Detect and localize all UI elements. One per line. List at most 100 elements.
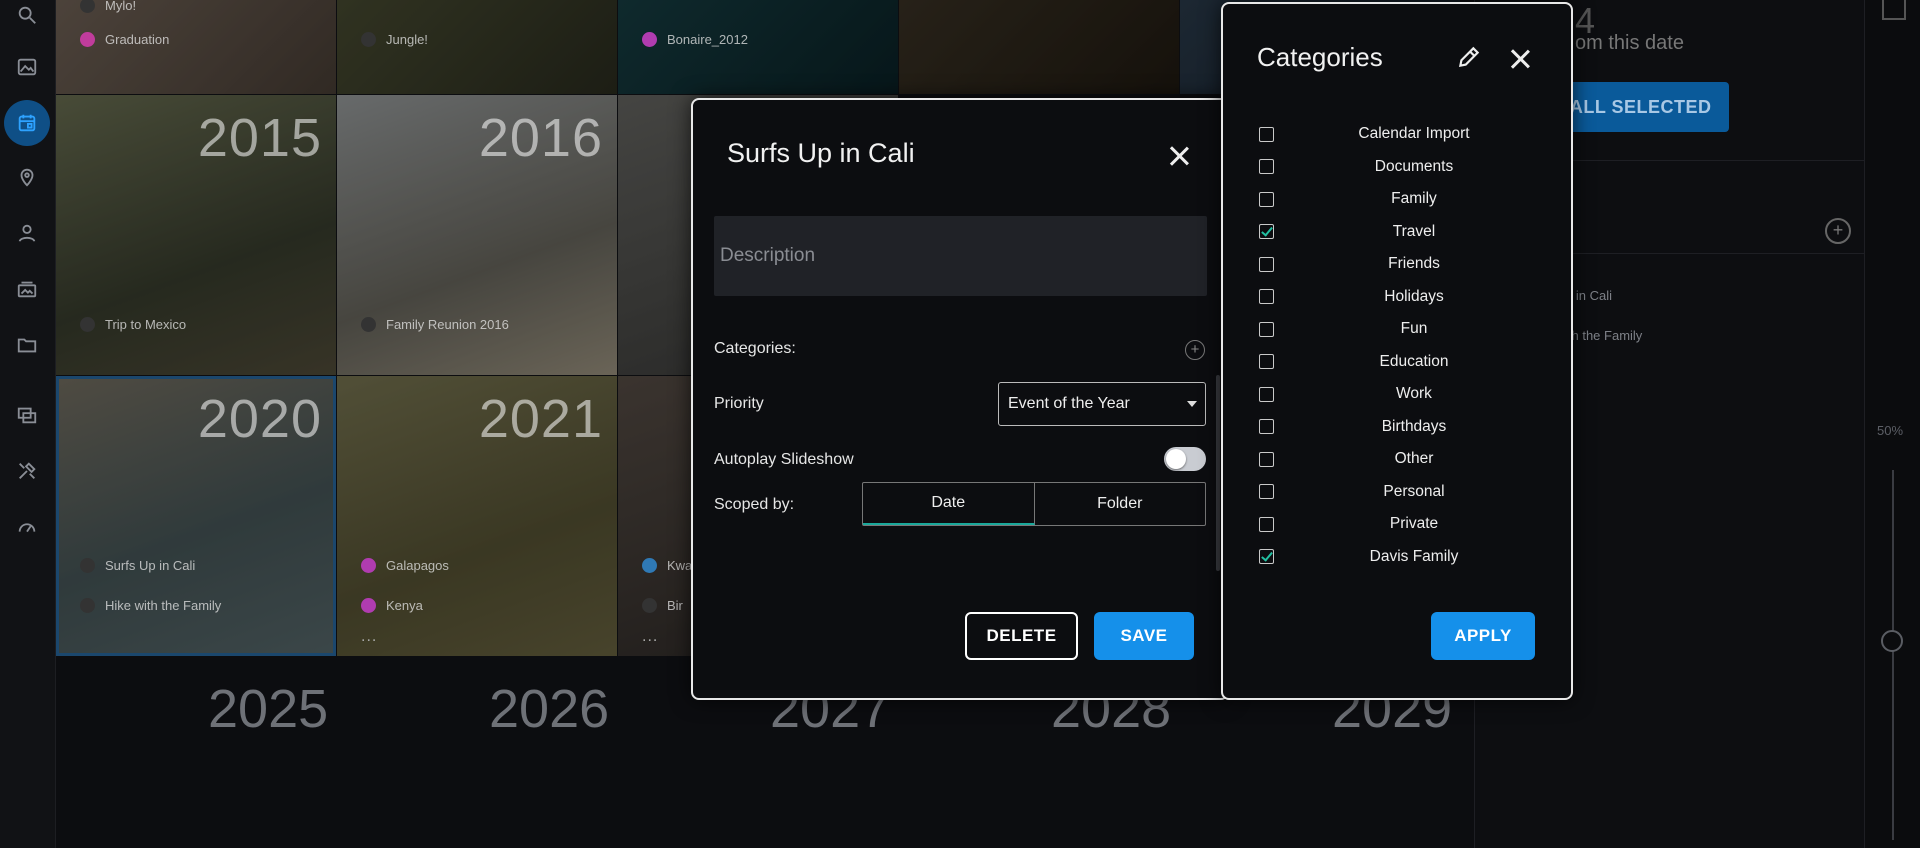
category-row[interactable]: Fun bbox=[1259, 317, 1539, 341]
event-label[interactable]: Trip to Mexico bbox=[80, 317, 186, 332]
close-icon[interactable] bbox=[1167, 144, 1191, 168]
category-checkbox[interactable] bbox=[1259, 549, 1274, 564]
category-row[interactable]: Davis Family bbox=[1259, 545, 1539, 569]
event-label[interactable]: Surfs Up in Cali bbox=[80, 558, 195, 573]
pencil-icon[interactable] bbox=[1456, 44, 1482, 70]
categories-dialog: Categories Calendar Import Documents Famil… bbox=[1221, 2, 1573, 700]
autoplay-label: Autoplay Slideshow bbox=[714, 451, 854, 468]
zoom-control: 50% bbox=[1864, 0, 1920, 848]
tile-year: 2021 bbox=[478, 389, 603, 449]
tile-top-2[interactable]: Jungle! bbox=[337, 0, 617, 94]
event-label[interactable]: Galapagos bbox=[361, 558, 449, 573]
dashboard-icon[interactable] bbox=[12, 512, 42, 542]
slideshow-icon[interactable] bbox=[12, 400, 42, 430]
add-category-icon[interactable]: + bbox=[1185, 340, 1205, 360]
category-checkbox[interactable] bbox=[1259, 386, 1274, 402]
from-date-text: om this date bbox=[1575, 32, 1684, 54]
description-input[interactable] bbox=[714, 216, 1207, 296]
event-label[interactable]: Jungle! bbox=[361, 32, 428, 47]
category-row[interactable]: Work bbox=[1259, 382, 1539, 406]
category-row[interactable]: Personal bbox=[1259, 480, 1539, 504]
apply-button[interactable]: APPLY bbox=[1431, 612, 1535, 660]
save-button[interactable]: SAVE bbox=[1094, 612, 1194, 660]
category-label: Davis Family bbox=[1369, 547, 1459, 565]
category-checkbox[interactable] bbox=[1259, 256, 1274, 272]
category-checkbox[interactable] bbox=[1259, 191, 1274, 207]
year-label[interactable]: 2026 bbox=[489, 678, 609, 740]
close-icon[interactable] bbox=[1508, 47, 1532, 71]
tile-year: 2020 bbox=[197, 389, 322, 449]
category-label: Other bbox=[1394, 450, 1434, 467]
dialog-title: Surfs Up in Cali bbox=[727, 138, 915, 168]
dialog-scrollbar[interactable] bbox=[1216, 375, 1220, 571]
category-label: Work bbox=[1396, 385, 1432, 402]
category-row[interactable]: Friends bbox=[1259, 252, 1539, 276]
tile-2016[interactable]: 2016 Family Reunion 2016 bbox=[337, 95, 617, 375]
description-field[interactable] bbox=[714, 216, 1207, 296]
zoom-slider-handle[interactable] bbox=[1881, 630, 1903, 652]
category-row[interactable]: Private bbox=[1259, 512, 1539, 536]
tile-2021[interactable]: 2021 Galapagos Kenya ... bbox=[337, 376, 617, 656]
category-checkbox[interactable] bbox=[1259, 484, 1274, 499]
search-icon[interactable] bbox=[12, 0, 42, 30]
category-checkbox[interactable] bbox=[1259, 321, 1274, 337]
event-label[interactable]: Bir bbox=[642, 598, 683, 613]
album-icon[interactable] bbox=[12, 274, 42, 304]
category-row[interactable]: Calendar Import bbox=[1259, 122, 1539, 146]
event-label[interactable]: Mylo! bbox=[80, 0, 136, 13]
list-item[interactable]: ith the Family bbox=[1565, 328, 1642, 343]
delete-button[interactable]: DELETE bbox=[965, 612, 1078, 660]
category-row[interactable]: Education bbox=[1259, 350, 1539, 374]
category-row[interactable]: Family bbox=[1259, 187, 1539, 211]
person-icon[interactable] bbox=[12, 218, 42, 248]
category-checkbox[interactable] bbox=[1259, 451, 1274, 467]
scope-option-folder[interactable]: Folder bbox=[1035, 483, 1206, 525]
image-icon[interactable] bbox=[12, 52, 42, 82]
category-checkbox[interactable] bbox=[1259, 289, 1274, 304]
autoplay-toggle[interactable] bbox=[1164, 447, 1206, 471]
category-label: Holidays bbox=[1384, 287, 1444, 305]
category-label: Fun bbox=[1400, 320, 1428, 337]
left-sidebar bbox=[0, 0, 56, 848]
tile-year: 2016 bbox=[478, 108, 603, 168]
year-label[interactable]: 2025 bbox=[208, 678, 328, 740]
tile-top-1[interactable]: Mylo! Graduation bbox=[56, 0, 336, 94]
calendar-icon[interactable] bbox=[4, 100, 50, 146]
category-checkbox[interactable] bbox=[1259, 354, 1274, 369]
tile-top-4[interactable] bbox=[899, 0, 1179, 94]
category-checkbox[interactable] bbox=[1259, 224, 1274, 239]
category-row[interactable]: Holidays bbox=[1259, 285, 1539, 309]
event-label[interactable]: Family Reunion 2016 bbox=[361, 317, 509, 332]
event-label[interactable]: Graduation bbox=[80, 32, 169, 47]
category-label: Documents bbox=[1374, 157, 1454, 175]
category-label: Birthdays bbox=[1381, 417, 1447, 435]
category-checkbox[interactable] bbox=[1259, 419, 1274, 434]
category-row[interactable]: Birthdays bbox=[1259, 415, 1539, 439]
tile-top-3[interactable]: Bonaire_2012 bbox=[618, 0, 898, 94]
scoped-by-label: Scoped by: bbox=[714, 496, 795, 513]
location-icon[interactable] bbox=[12, 162, 42, 192]
category-row[interactable]: Other bbox=[1259, 447, 1539, 471]
more-indicator[interactable]: ... bbox=[361, 628, 377, 646]
category-row[interactable]: Documents bbox=[1259, 155, 1539, 179]
tile-2020[interactable]: 2020 Surfs Up in Cali Hike with the Fami… bbox=[56, 376, 336, 656]
category-checkbox[interactable] bbox=[1259, 159, 1274, 174]
priority-select[interactable]: Event of the Year bbox=[998, 382, 1206, 426]
event-label[interactable]: Bonaire_2012 bbox=[642, 32, 748, 47]
scope-option-date[interactable]: Date bbox=[863, 483, 1035, 525]
more-indicator[interactable]: ... bbox=[642, 628, 658, 646]
category-checkbox[interactable] bbox=[1259, 126, 1274, 142]
selection-icon[interactable] bbox=[1882, 0, 1906, 20]
event-label[interactable]: Kwa bbox=[642, 558, 692, 573]
zoom-track[interactable] bbox=[1892, 470, 1894, 840]
event-label[interactable]: Kenya bbox=[361, 598, 423, 613]
tools-icon[interactable] bbox=[12, 456, 42, 486]
tile-2015[interactable]: 2015 Trip to Mexico bbox=[56, 95, 336, 375]
tile-year: 2015 bbox=[197, 108, 322, 168]
category-row[interactable]: Travel bbox=[1259, 220, 1539, 244]
category-checkbox[interactable] bbox=[1259, 516, 1274, 532]
event-label[interactable]: Hike with the Family bbox=[80, 598, 221, 613]
chevron-down-icon bbox=[1187, 401, 1197, 407]
folder-icon[interactable] bbox=[12, 330, 42, 360]
add-icon[interactable]: + bbox=[1825, 218, 1851, 244]
